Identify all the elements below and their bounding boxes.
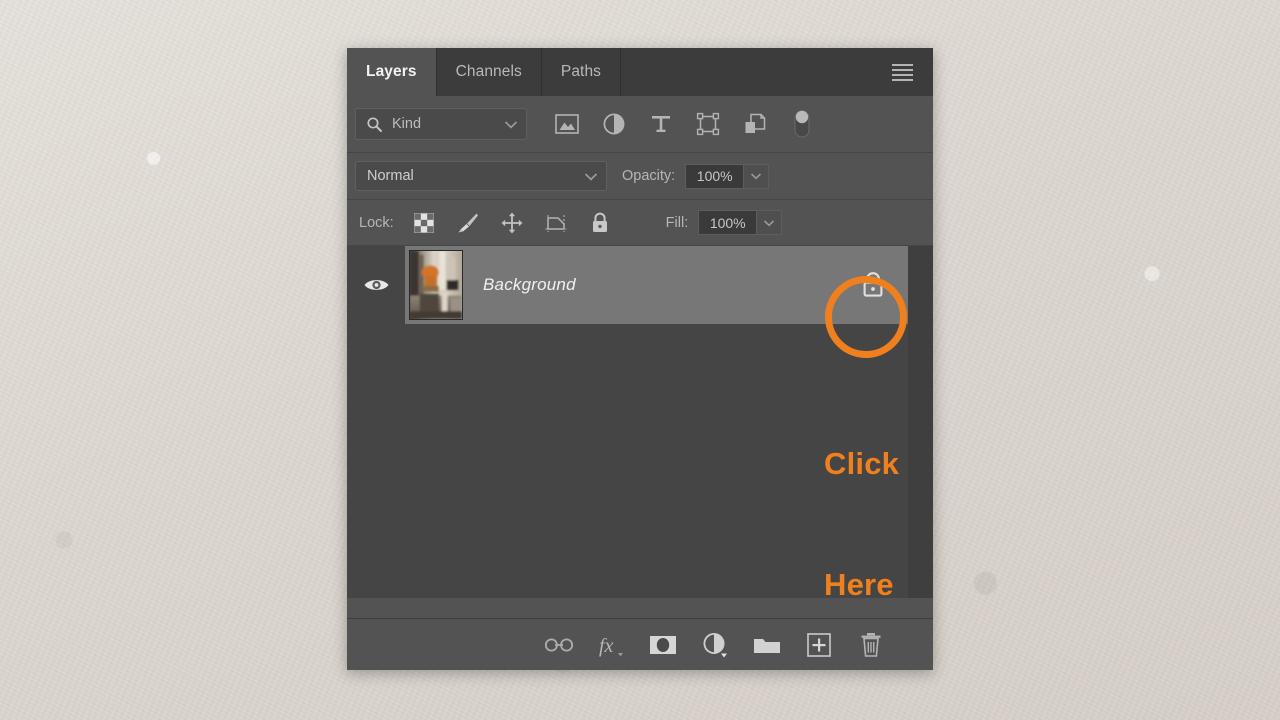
lock-all-icon[interactable] <box>578 205 622 241</box>
filter-kind-value: Kind <box>392 116 422 132</box>
link-layers-icon[interactable] <box>533 623 585 667</box>
layer-lock-icon[interactable] <box>838 270 908 300</box>
lock-icon-group <box>402 205 622 241</box>
tab-layers[interactable]: Layers <box>347 48 437 96</box>
opacity-input[interactable]: 100% <box>685 163 744 189</box>
layer-thumbnail[interactable] <box>409 250 463 320</box>
filter-shape-layers-icon[interactable] <box>684 104 731 144</box>
filter-enable-toggle-icon[interactable] <box>778 104 825 144</box>
callout-line-2: Here <box>824 566 894 602</box>
filter-pixel-layers-icon[interactable] <box>543 104 590 144</box>
lock-image-pixels-icon[interactable] <box>446 205 490 241</box>
panel-tab-bar: Layers Channels Paths <box>347 48 933 96</box>
screenshot-root: Layers Channels Paths Kind Normal Opacit… <box>0 0 1280 720</box>
opacity-chevron-down-icon[interactable] <box>743 163 770 189</box>
blend-mode-dropdown[interactable]: Normal <box>355 161 607 191</box>
blend-opacity-row: Normal Opacity: 100% <box>347 153 933 200</box>
new-adjustment-layer-icon[interactable] <box>689 623 741 667</box>
filter-type-icons <box>543 104 825 144</box>
hamburger-menu-icon[interactable] <box>881 48 923 96</box>
filter-kind-dropdown[interactable]: Kind <box>355 108 527 140</box>
tab-paths[interactable]: Paths <box>541 48 622 96</box>
tab-channels[interactable]: Channels <box>436 48 542 96</box>
blend-mode-value: Normal <box>367 168 414 184</box>
filter-type-layers-icon[interactable] <box>637 104 684 144</box>
filter-smart-objects-icon[interactable] <box>731 104 778 144</box>
layer-filter-row: Kind <box>347 96 933 153</box>
svg-text:fx: fx <box>599 635 614 657</box>
opacity-control: 100% <box>685 163 770 189</box>
table-row[interactable]: Background <box>347 246 908 324</box>
tab-layers-label: Layers <box>366 63 417 80</box>
fill-control: 100% <box>698 210 783 235</box>
fill-input[interactable]: 100% <box>698 210 757 235</box>
callout-line-1: Click <box>824 446 900 482</box>
opacity-label: Opacity: <box>622 168 676 184</box>
fill-label: Fill: <box>665 214 689 231</box>
layer-name-label[interactable]: Background <box>483 275 838 295</box>
vertical-scrollbar[interactable] <box>908 246 933 598</box>
search-icon <box>366 116 383 133</box>
tab-paths-label: Paths <box>560 63 602 80</box>
filter-adjustment-layers-icon[interactable] <box>590 104 637 144</box>
lock-label: Lock: <box>359 214 394 231</box>
lock-artboard-nesting-icon[interactable] <box>534 205 578 241</box>
callout-click-here: Click Here <box>824 378 899 672</box>
lock-fill-row: Lock: Fill: 100% <box>347 200 933 246</box>
add-layer-mask-icon[interactable] <box>637 623 689 667</box>
lock-transparent-pixels-icon[interactable] <box>402 205 446 241</box>
eye-icon[interactable] <box>347 246 405 324</box>
lock-position-icon[interactable] <box>490 205 534 241</box>
chevron-down-icon[interactable] <box>504 120 518 129</box>
tab-channels-label: Channels <box>455 63 522 80</box>
fill-chevron-down-icon[interactable] <box>756 210 783 235</box>
chevron-down-icon[interactable] <box>584 172 598 181</box>
layer-styles-fx-icon[interactable]: fx <box>585 623 637 667</box>
new-group-icon[interactable] <box>741 623 793 667</box>
